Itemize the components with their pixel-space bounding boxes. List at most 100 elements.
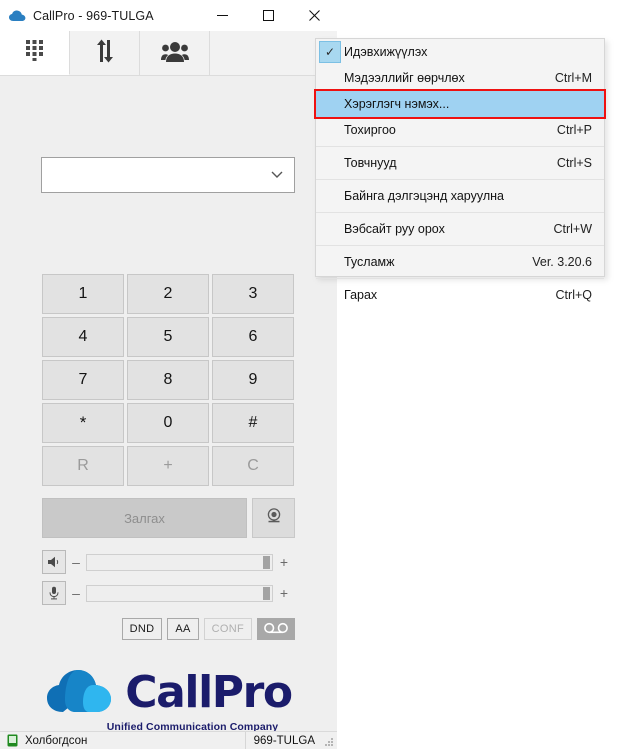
menu-item-label: Мэдээллийг өөрчлөх <box>344 71 465 85</box>
key-c[interactable]: C <box>212 446 294 486</box>
key-hash[interactable]: # <box>212 403 294 443</box>
window-title: CallPro - 969-TULGA <box>33 8 154 23</box>
menu-check-cell <box>316 91 344 117</box>
menu-item-always-on-top[interactable]: Байнга дэлгэцэнд харуулна <box>316 183 604 209</box>
key-star[interactable]: * <box>42 403 124 443</box>
microphone-decrease-button[interactable]: – <box>66 585 86 601</box>
menu-check-cell <box>316 117 344 143</box>
menu-item-buttons[interactable]: Товчнууд Ctrl+S <box>316 150 604 176</box>
menu-item-version: Ver. 3.20.6 <box>532 255 592 269</box>
dial-keypad: 1 2 3 4 5 6 7 8 9 * 0 # R + C <box>42 274 295 486</box>
microphone-slider[interactable] <box>86 584 273 602</box>
menu-item-help[interactable]: Тусламж Ver. 3.20.6 <box>316 249 604 275</box>
key-plus[interactable]: + <box>127 446 209 486</box>
speaker-increase-button[interactable]: + <box>273 554 295 570</box>
speaker-slider-thumb[interactable] <box>263 555 270 569</box>
status-bar: Холбогдсон 969-TULGA <box>0 731 337 749</box>
speaker-slider[interactable] <box>86 553 273 571</box>
contacts-group-icon <box>160 40 189 67</box>
menu-item-settings[interactable]: Тохиргоо Ctrl+P <box>316 117 604 143</box>
check-icon: ✓ <box>319 41 341 63</box>
key-6[interactable]: 6 <box>212 317 294 357</box>
menu-item-label: Хэрэглэгч нэмэх... <box>344 97 450 111</box>
dialer-panel: 1 2 3 4 5 6 7 8 9 * 0 # R + C Залгах – +… <box>0 76 337 733</box>
screenshot-root: CallPro - 969-TULGA 1 2 3 4 5 6 7 8 9 * … <box>0 0 618 749</box>
chevron-down-icon[interactable] <box>271 170 283 181</box>
menu-item-label: Вэбсайт руу орох <box>344 222 445 236</box>
conference-toggle[interactable]: CONF <box>203 618 252 640</box>
minimize-button[interactable] <box>199 0 245 31</box>
menu-item-shortcut: Ctrl+P <box>556 123 592 137</box>
menu-item-label: Гарах <box>344 288 378 302</box>
microphone-increase-button[interactable]: + <box>273 585 295 601</box>
menu-item-shortcut: Ctrl+Q <box>555 288 592 302</box>
microphone-volume-row: – + <box>42 581 295 605</box>
speaker-volume-row: – + <box>42 550 295 574</box>
dnd-toggle[interactable]: DND <box>121 618 163 640</box>
key-8[interactable]: 8 <box>127 360 209 400</box>
menu-separator <box>316 245 604 246</box>
menu-item-label: Идэвхижүүлэх <box>344 45 428 59</box>
menu-separator <box>316 146 604 147</box>
menu-item-label: Тохиргоо <box>344 123 396 137</box>
phone-number-input[interactable] <box>41 157 295 193</box>
menu-check-cell <box>316 282 344 308</box>
key-0[interactable]: 0 <box>127 403 209 443</box>
logo-row: CallPro <box>45 666 293 719</box>
webcam-icon <box>265 507 283 530</box>
menu-item-label: Тусламж <box>344 255 395 269</box>
title-bar: CallPro - 969-TULGA <box>0 0 337 31</box>
speaker-decrease-button[interactable]: – <box>66 554 86 570</box>
microphone-icon[interactable] <box>42 581 66 605</box>
resize-grip-icon[interactable] <box>321 731 337 749</box>
menu-separator <box>316 278 604 279</box>
tab-contacts[interactable] <box>140 31 210 75</box>
menu-check-cell <box>316 249 344 275</box>
key-5[interactable]: 5 <box>127 317 209 357</box>
video-call-button[interactable] <box>252 498 295 538</box>
cloud-logo-icon <box>45 666 119 719</box>
menu-item-activate[interactable]: ✓ Идэвхижүүлэх <box>316 39 604 65</box>
key-9[interactable]: 9 <box>212 360 294 400</box>
menu-separator <box>316 179 604 180</box>
extension-label: 969-TULGA <box>244 732 321 749</box>
tab-dialpad[interactable] <box>0 31 70 75</box>
menu-item-website[interactable]: Вэбсайт руу орох Ctrl+W <box>316 216 604 242</box>
voicemail-toggle[interactable] <box>257 618 295 640</box>
menu-check-cell <box>316 183 344 209</box>
menu-check-cell <box>316 65 344 91</box>
key-4[interactable]: 4 <box>42 317 124 357</box>
feature-toggles: DND AA CONF <box>42 618 295 640</box>
microphone-slider-thumb[interactable] <box>263 586 270 600</box>
speaker-icon[interactable] <box>42 550 66 574</box>
close-button[interactable] <box>291 0 337 31</box>
call-row: Залгах <box>42 498 295 538</box>
callpro-window: CallPro - 969-TULGA 1 2 3 4 5 6 7 8 9 * … <box>0 0 337 749</box>
voicemail-icon <box>263 622 289 637</box>
menu-item-edit-info[interactable]: Мэдээллийг өөрчлөх Ctrl+M <box>316 65 604 91</box>
connected-phone-icon <box>7 734 18 747</box>
context-menu: ✓ Идэвхижүүлэх Мэдээллийг өөрчлөх Ctrl+M… <box>314 38 606 302</box>
key-2[interactable]: 2 <box>127 274 209 314</box>
window-controls <box>199 0 337 31</box>
menu-check-cell: ✓ <box>316 39 344 65</box>
menu-item-add-user[interactable]: Хэрэглэгч нэмэх... <box>314 89 606 119</box>
maximize-button[interactable] <box>245 0 291 31</box>
auto-answer-toggle[interactable]: AA <box>167 618 199 640</box>
tab-strip <box>0 31 337 76</box>
key-1[interactable]: 1 <box>42 274 124 314</box>
dialpad-icon <box>25 39 45 66</box>
cloud-icon <box>8 0 26 31</box>
callpro-logo: CallPro Unified Communication Company <box>0 666 337 733</box>
call-button[interactable]: Залгах <box>42 498 247 538</box>
transfer-arrows-icon <box>94 39 116 68</box>
menu-item-label: Байнга дэлгэцэнд харуулна <box>344 189 504 203</box>
key-r[interactable]: R <box>42 446 124 486</box>
key-3[interactable]: 3 <box>212 274 294 314</box>
key-7[interactable]: 7 <box>42 360 124 400</box>
menu-item-exit[interactable]: Гарах Ctrl+Q <box>316 282 604 308</box>
menu-separator <box>316 212 604 213</box>
tab-call-history[interactable] <box>70 31 140 75</box>
connection-status-text: Холбогдсон <box>25 734 88 747</box>
menu-item-shortcut: Ctrl+W <box>553 222 592 236</box>
